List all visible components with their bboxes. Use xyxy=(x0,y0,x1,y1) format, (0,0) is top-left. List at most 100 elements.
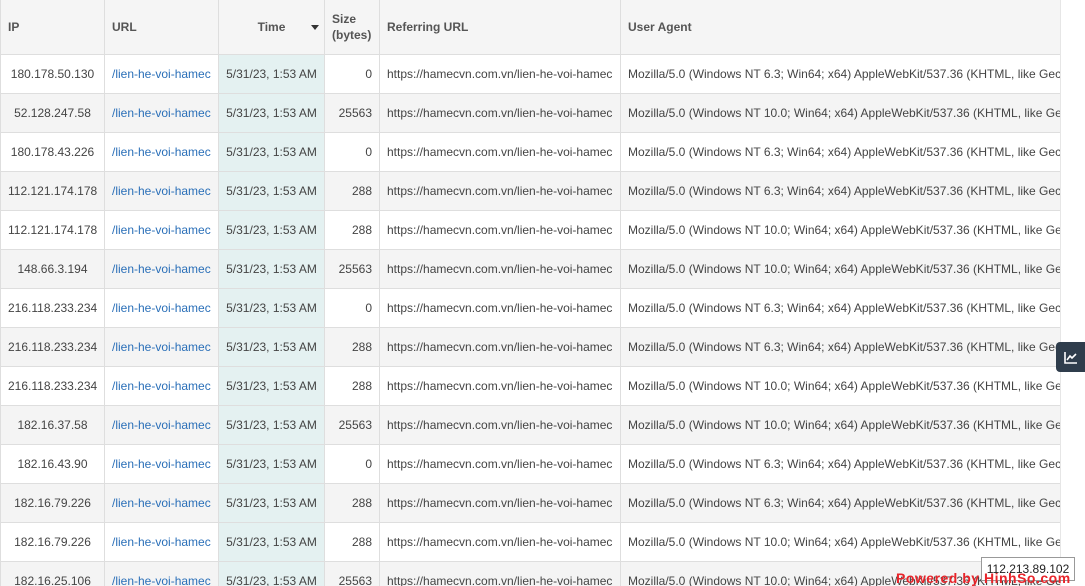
watermark-text: Powered by HinhSo.com xyxy=(896,570,1071,586)
cell-size: 288 xyxy=(324,522,380,562)
cell-user-agent: Mozilla/5.0 (Windows NT 10.0; Win64; x64… xyxy=(620,210,1060,250)
cell-url-link[interactable]: /lien-he-voi-hamec xyxy=(104,249,219,289)
cell-user-agent: Mozilla/5.0 (Windows NT 10.0; Win64; x64… xyxy=(620,249,1060,289)
stats-toggle-button[interactable] xyxy=(1056,342,1085,372)
cell-time: 5/31/23, 1:53 AM xyxy=(218,249,325,289)
cell-user-agent: Mozilla/5.0 (Windows NT 6.3; Win64; x64)… xyxy=(620,54,1060,94)
cell-referrer: https://hamecvn.com.vn/lien-he-voi-hamec xyxy=(379,93,621,133)
cell-time: 5/31/23, 1:53 AM xyxy=(218,93,325,133)
cell-time: 5/31/23, 1:53 AM xyxy=(218,483,325,523)
cell-ip: 216.118.233.234 xyxy=(0,366,105,406)
cell-ip: 182.16.37.58 xyxy=(0,405,105,445)
cell-time: 5/31/23, 1:53 AM xyxy=(218,132,325,172)
cell-time: 5/31/23, 1:53 AM xyxy=(218,327,325,367)
table-row: 216.118.233.234/lien-he-voi-hamec 5/31/23… xyxy=(0,327,1060,367)
column-header-referrer[interactable]: Referring URL xyxy=(379,0,621,55)
table-row: 182.16.79.226/lien-he-voi-hamec 5/31/23, … xyxy=(0,483,1060,523)
log-table-container: IP URL Time Size (bytes) Referring URL U… xyxy=(0,0,1060,586)
cell-ip: 112.121.174.178 xyxy=(0,171,105,211)
cell-size: 0 xyxy=(324,132,380,172)
cell-url-link[interactable]: /lien-he-voi-hamec xyxy=(104,210,219,250)
cell-url-link[interactable]: /lien-he-voi-hamec xyxy=(104,522,219,562)
cell-size: 288 xyxy=(324,366,380,406)
cell-user-agent: Mozilla/5.0 (Windows NT 10.0; Win64; x64… xyxy=(620,366,1060,406)
cell-ip: 148.66.3.194 xyxy=(0,249,105,289)
table-row: 52.128.247.58/lien-he-voi-hamec 5/31/23, … xyxy=(0,93,1060,133)
cell-url-link[interactable]: /lien-he-voi-hamec xyxy=(104,93,219,133)
cell-url-link[interactable]: /lien-he-voi-hamec xyxy=(104,288,219,328)
cell-size: 25563 xyxy=(324,405,380,445)
cell-size: 288 xyxy=(324,171,380,211)
cell-url-link[interactable]: /lien-he-voi-hamec xyxy=(104,366,219,406)
cell-user-agent: Mozilla/5.0 (Windows NT 6.3; Win64; x64)… xyxy=(620,444,1060,484)
cell-referrer: https://hamecvn.com.vn/lien-he-voi-hamec xyxy=(379,132,621,172)
cell-time: 5/31/23, 1:53 AM xyxy=(218,444,325,484)
cell-referrer: https://hamecvn.com.vn/lien-he-voi-hamec xyxy=(379,288,621,328)
cell-size: 288 xyxy=(324,327,380,367)
column-header-size[interactable]: Size (bytes) xyxy=(324,0,380,55)
cell-ip: 180.178.43.226 xyxy=(0,132,105,172)
cell-time: 5/31/23, 1:53 AM xyxy=(218,288,325,328)
table-body: 180.178.50.130/lien-he-voi-hamec 5/31/23,… xyxy=(0,54,1060,586)
cell-size: 0 xyxy=(324,288,380,328)
cell-url-link[interactable]: /lien-he-voi-hamec xyxy=(104,444,219,484)
cell-referrer: https://hamecvn.com.vn/lien-he-voi-hamec xyxy=(379,54,621,94)
table-row: 112.121.174.178/lien-he-voi-hamec 5/31/23… xyxy=(0,171,1060,211)
cell-user-agent: Mozilla/5.0 (Windows NT 10.0; Win64; x64… xyxy=(620,93,1060,133)
cell-url-link[interactable]: /lien-he-voi-hamec xyxy=(104,171,219,211)
cell-ip: 216.118.233.234 xyxy=(0,327,105,367)
column-header-size-line1: Size xyxy=(332,12,357,26)
cell-user-agent: Mozilla/5.0 (Windows NT 6.3; Win64; x64)… xyxy=(620,288,1060,328)
cell-referrer: https://hamecvn.com.vn/lien-he-voi-hamec xyxy=(379,444,621,484)
cell-referrer: https://hamecvn.com.vn/lien-he-voi-hamec xyxy=(379,171,621,211)
table-row: 180.178.50.130/lien-he-voi-hamec 5/31/23,… xyxy=(0,54,1060,94)
cell-referrer: https://hamecvn.com.vn/lien-he-voi-hamec xyxy=(379,483,621,523)
cell-size: 288 xyxy=(324,483,380,523)
cell-referrer: https://hamecvn.com.vn/lien-he-voi-hamec xyxy=(379,366,621,406)
cell-ip: 52.128.247.58 xyxy=(0,93,105,133)
scrollbar-track[interactable] xyxy=(1060,0,1085,586)
table-row: 182.16.37.58/lien-he-voi-hamec 5/31/23, 1… xyxy=(0,405,1060,445)
table-row: 180.178.43.226/lien-he-voi-hamec 5/31/23,… xyxy=(0,132,1060,172)
table-row: 112.121.174.178/lien-he-voi-hamec 5/31/23… xyxy=(0,210,1060,250)
cell-user-agent: Mozilla/5.0 (Windows NT 10.0; Win64; x64… xyxy=(620,405,1060,445)
cell-referrer: https://hamecvn.com.vn/lien-he-voi-hamec xyxy=(379,249,621,289)
cell-url-link[interactable]: /lien-he-voi-hamec xyxy=(104,327,219,367)
cell-referrer: https://hamecvn.com.vn/lien-he-voi-hamec xyxy=(379,327,621,367)
table-row: 182.16.79.226/lien-he-voi-hamec 5/31/23, … xyxy=(0,522,1060,562)
column-header-size-line2: (bytes) xyxy=(332,28,372,42)
cell-ip: 216.118.233.234 xyxy=(0,288,105,328)
column-header-ip[interactable]: IP xyxy=(0,0,105,55)
column-header-time[interactable]: Time xyxy=(218,0,325,55)
table-row: 148.66.3.194/lien-he-voi-hamec 5/31/23, 1… xyxy=(0,249,1060,289)
column-header-user-agent[interactable]: User Agent xyxy=(620,0,1060,55)
cell-time: 5/31/23, 1:53 AM xyxy=(218,522,325,562)
column-header-url[interactable]: URL xyxy=(104,0,219,55)
cell-size: 25563 xyxy=(324,561,380,586)
cell-referrer: https://hamecvn.com.vn/lien-he-voi-hamec xyxy=(379,210,621,250)
table-row: 182.16.43.90/lien-he-voi-hamec 5/31/23, 1… xyxy=(0,444,1060,484)
line-chart-icon xyxy=(1063,351,1077,364)
cell-url-link[interactable]: /lien-he-voi-hamec xyxy=(104,483,219,523)
cell-size: 0 xyxy=(324,54,380,94)
cell-referrer: https://hamecvn.com.vn/lien-he-voi-hamec xyxy=(379,522,621,562)
cell-ip: 182.16.43.90 xyxy=(0,444,105,484)
cell-url-link[interactable]: /lien-he-voi-hamec xyxy=(104,54,219,94)
cell-ip: 180.178.50.130 xyxy=(0,54,105,94)
cell-user-agent: Mozilla/5.0 (Windows NT 6.3; Win64; x64)… xyxy=(620,132,1060,172)
cell-user-agent: Mozilla/5.0 (Windows NT 6.3; Win64; x64)… xyxy=(620,327,1060,367)
cell-user-agent: Mozilla/5.0 (Windows NT 6.3; Win64; x64)… xyxy=(620,171,1060,211)
cell-url-link[interactable]: /lien-he-voi-hamec xyxy=(104,405,219,445)
access-log-table: IP URL Time Size (bytes) Referring URL U… xyxy=(0,0,1060,586)
cell-ip: 112.121.174.178 xyxy=(0,210,105,250)
cell-ip: 182.16.79.226 xyxy=(0,522,105,562)
cell-size: 25563 xyxy=(324,249,380,289)
table-row: 216.118.233.234/lien-he-voi-hamec 5/31/23… xyxy=(0,366,1060,406)
cell-time: 5/31/23, 1:53 AM xyxy=(218,210,325,250)
cell-time: 5/31/23, 1:53 AM xyxy=(218,561,325,586)
cell-size: 288 xyxy=(324,210,380,250)
cell-url-link[interactable]: /lien-he-voi-hamec xyxy=(104,132,219,172)
cell-url-link[interactable]: /lien-he-voi-hamec xyxy=(104,561,219,586)
cell-referrer: https://hamecvn.com.vn/lien-he-voi-hamec xyxy=(379,405,621,445)
cell-time: 5/31/23, 1:53 AM xyxy=(218,54,325,94)
